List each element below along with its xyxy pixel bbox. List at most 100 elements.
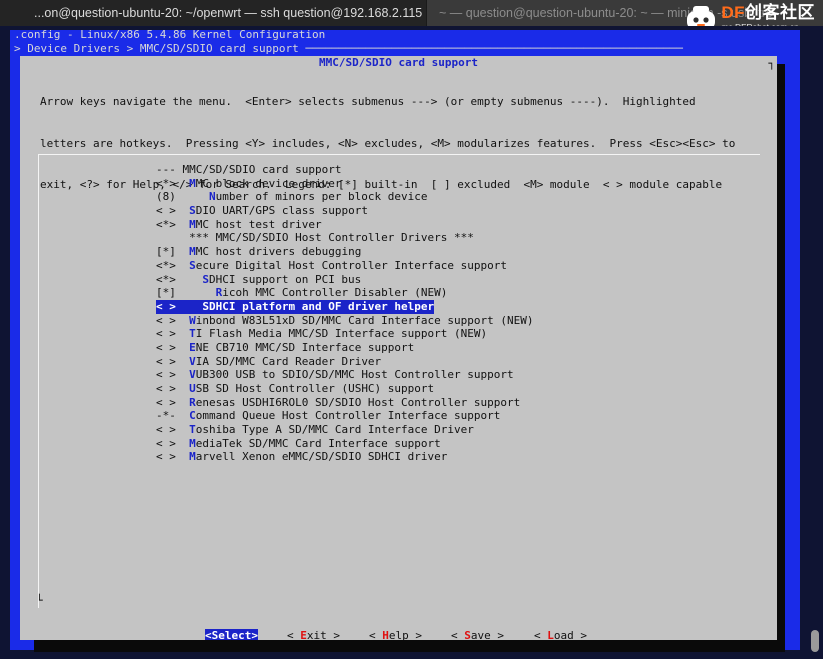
instruction-line: letters are hotkeys. Pressing <Y> includ… — [40, 136, 736, 150]
menu-item[interactable]: --- MMC/SD/SDIO card support — [156, 163, 341, 176]
menu-dialog: MMC/SD/SDIO card support ┐ Arrow keys na… — [20, 56, 777, 643]
dialog-shadow — [777, 64, 785, 652]
watermark-brand-cn: 创客社区 — [745, 3, 815, 22]
dialog-shadow — [34, 640, 784, 652]
menu-item-state: < > — [156, 382, 190, 395]
menu-item-state: <*> — [156, 258, 190, 272]
menu-item[interactable]: <*> MMC host test driver — [156, 218, 322, 231]
instruction-line: Arrow keys navigate the menu. <Enter> se… — [40, 95, 696, 109]
menu-item-state: < > — [156, 327, 190, 341]
menu-item-label: DIO UART/GPS class support — [195, 204, 368, 218]
menu-item-label: I Flash Media MMC/SD Interface support (… — [195, 327, 488, 341]
menu-item-state: < > — [156, 299, 203, 313]
config-header-line: .config - Linux/x86 5.4.86 Kernel Config… — [14, 28, 326, 41]
terminal-scrollbar[interactable] — [811, 630, 819, 652]
menu-item[interactable]: < > VUB300 USB to SDIO/SD/MMC Host Contr… — [156, 368, 514, 381]
terminal-window[interactable]: .config - Linux/x86 5.4.86 Kernel Config… — [0, 26, 823, 659]
menu-item-state: < > — [156, 340, 190, 354]
menu-item-hotkey: W — [189, 313, 196, 327]
menu-item-state: -*- — [156, 409, 190, 423]
menu-item[interactable]: -*- Command Queue Host Controller Interf… — [156, 409, 500, 422]
menu-item-hotkey: T — [189, 423, 196, 437]
menu-item[interactable]: < > Marvell Xenon eMMC/SD/SDIO SDHCI dri… — [156, 450, 447, 463]
menu-item-state: < > — [156, 395, 190, 409]
menu-item-label: MC host drivers debugging — [195, 245, 362, 259]
menu-item[interactable]: <*> SDHCI support on PCI bus — [156, 273, 361, 286]
menu-item-state: [*] — [156, 286, 216, 300]
menu-item-label: IA SD/MMC Card Reader Driver — [195, 354, 382, 368]
watermark-brand-df: DF — [721, 3, 745, 22]
menu-item-label: MC block device driver — [195, 176, 342, 190]
menu-item-hotkey: V — [189, 368, 196, 382]
menu-item[interactable]: [*] Ricoh MMC Controller Disabler (NEW) — [156, 286, 447, 299]
menu-item-hotkey: T — [189, 327, 196, 341]
menu-item-state: < > — [156, 436, 190, 450]
menu-item[interactable]: < > SDIO UART/GPS class support — [156, 204, 368, 217]
menu-item-state: < > — [156, 354, 190, 368]
menu-item-label: *** MMC/SD/SDIO Host Controller Drivers … — [189, 231, 474, 245]
menu-item-hotkey: N — [208, 190, 216, 204]
menu-item-hotkey: U — [189, 382, 196, 395]
menu-item-state: <*> — [156, 272, 203, 286]
menu-item-label: MC host test driver — [195, 217, 322, 231]
menu-item-label: ommand Queue Host Controller Interface s… — [195, 409, 501, 423]
menu-item-state: --- — [156, 163, 183, 176]
menu-item-state: [*] — [156, 245, 190, 259]
menu-item[interactable]: < > ENE CB710 MMC/SD Interface support — [156, 341, 414, 354]
menu-item[interactable]: < > TI Flash Media MMC/SD Interface supp… — [156, 327, 487, 340]
menu-item-state: < > — [156, 204, 190, 218]
menu-item-label: icoh MMC Controller Disabler (NEW) — [222, 286, 448, 300]
menu-item-label: enesas USDHI6ROL0 SD/SDIO Host Controlle… — [195, 395, 521, 409]
menu-item-hotkey: E — [189, 340, 196, 354]
menu-item-label: SB SD Host Controller (USHC) support — [195, 382, 435, 395]
breadcrumb: > Device Drivers > MMC/SD/SDIO card supp… — [14, 41, 683, 55]
menu-item-hotkey: S — [202, 272, 209, 286]
menu-item-label: DHCI platform and OF driver helper — [208, 299, 435, 313]
menu-item-state: <*> — [156, 176, 190, 190]
menu-item-state — [156, 231, 189, 244]
menu-item[interactable]: < > USB SD Host Controller (USHC) suppor… — [156, 382, 434, 395]
menu-item[interactable]: *** MMC/SD/SDIO Host Controller Drivers … — [156, 231, 474, 244]
menu-item-label: MMC/SD/SDIO card support — [182, 163, 342, 176]
menu-item-hotkey: S — [189, 204, 196, 218]
menu-item-hotkey: R — [189, 395, 196, 409]
menu-item[interactable]: < > Renesas USDHI6ROL0 SD/SDIO Host Cont… — [156, 396, 520, 409]
menu-list-frame-corner: └ — [36, 594, 43, 607]
menu-item-label: inbond W83L51xD SD/MMC Card Interface su… — [195, 313, 534, 327]
menu-item[interactable]: (8) Number of minors per block device — [156, 190, 428, 203]
menu-item-hotkey: M — [189, 176, 196, 190]
menu-item[interactable]: < > Toshiba Type A SD/MMC Card Interface… — [156, 423, 474, 436]
menu-item[interactable]: < > MediaTek SD/MMC Card Interface suppo… — [156, 437, 441, 450]
menu-item[interactable]: <*> MMC block device driver — [156, 177, 341, 190]
dialog-corner: ┐ — [768, 57, 775, 70]
menu-item[interactable]: <*> Secure Digital Host Controller Inter… — [156, 259, 507, 272]
menu-item[interactable]: < > Winbond W83L51xD SD/MMC Card Interfa… — [156, 314, 534, 327]
menu-item-hotkey: C — [189, 409, 196, 423]
menu-item-label: ediaTek SD/MMC Card Interface support — [195, 436, 441, 450]
menu-item-hotkey: M — [189, 436, 196, 450]
menu-item-label: UB300 USB to SDIO/SD/MMC Host Controller… — [195, 368, 514, 382]
menu-item-hotkey: S — [202, 299, 209, 313]
menu-item-selected[interactable]: < > SDHCI platform and OF driver helper — [156, 299, 435, 314]
menu-list[interactable]: --- MMC/SD/SDIO card support <*> MMC bloc… — [156, 163, 534, 464]
menu-item-label: NE CB710 MMC/SD Interface support — [195, 340, 415, 354]
menu-item-state: < > — [156, 423, 190, 437]
tab-ssh-openwrt[interactable]: ...on@question-ubuntu-20: ~/openwrt — ss… — [0, 0, 426, 26]
menu-item-label: oshiba Type A SD/MMC Card Interface Driv… — [195, 423, 474, 437]
menu-item[interactable]: [*] MMC host drivers debugging — [156, 245, 361, 258]
menu-item-state: < > — [156, 368, 190, 382]
menu-item-hotkey: M — [189, 450, 196, 464]
menu-item-state: (8) — [156, 190, 209, 204]
menu-item-state: <*> — [156, 217, 190, 231]
menu-item[interactable]: < > VIA SD/MMC Card Reader Driver — [156, 355, 381, 368]
menu-item-hotkey: S — [189, 258, 196, 272]
menu-item-hotkey: M — [189, 217, 196, 231]
menu-item-state: < > — [156, 450, 190, 464]
menu-item-hotkey: M — [189, 245, 196, 259]
menu-item-label: ecure Digital Host Controller Interface … — [195, 258, 508, 272]
menu-item-hotkey: V — [189, 354, 196, 368]
menu-item-label: DHCI support on PCI bus — [208, 272, 362, 286]
menu-item-label: arvell Xenon eMMC/SD/SDIO SDHCI driver — [195, 450, 448, 464]
menu-item-label: umber of minors per block device — [215, 190, 428, 204]
menu-item-state: < > — [156, 313, 190, 327]
